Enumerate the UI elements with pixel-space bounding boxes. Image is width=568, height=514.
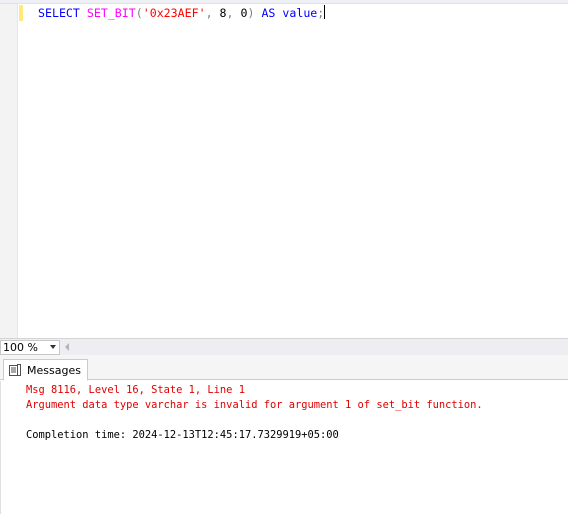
results-tabs: Messages <box>0 355 568 381</box>
alias-identifier: value <box>282 6 318 20</box>
comma: , <box>226 6 234 20</box>
code-line-1[interactable]: SELECT SET_BIT('0x23AEF', 8, 0) AS value… <box>38 5 326 21</box>
text-caret <box>324 5 326 19</box>
change-marker <box>19 5 23 21</box>
function-name: SET_BIT <box>86 6 136 20</box>
tab-messages-label: Messages <box>27 363 81 377</box>
results-pane: Messages Msg 8116, Level 16, State 1, Li… <box>0 355 568 514</box>
string-literal: '0x23AEF' <box>142 6 206 20</box>
zoom-bar: 100 % <box>0 338 568 355</box>
query-editor[interactable]: SELECT SET_BIT('0x23AEF', 8, 0) AS value… <box>0 4 568 338</box>
error-text: Argument data type varchar is invalid fo… <box>26 399 483 411</box>
zoom-dropdown[interactable]: 100 % <box>0 340 60 355</box>
completion-time: Completion time: 2024-12-13T12:45:17.732… <box>26 429 339 441</box>
query-window: SELECT SET_BIT('0x23AEF', 8, 0) AS value… <box>0 0 568 514</box>
semicolon: ; <box>317 6 325 20</box>
messages-document-icon <box>9 364 21 376</box>
tab-messages[interactable]: Messages <box>3 359 88 381</box>
number-literal: 8 <box>219 6 227 20</box>
open-paren: ( <box>135 6 143 20</box>
comma: , <box>205 6 213 20</box>
messages-output[interactable]: Msg 8116, Level 16, State 1, Line 1 Argu… <box>0 381 568 514</box>
keyword-select: SELECT <box>38 6 80 20</box>
editor-gutter <box>0 4 18 338</box>
keyword-as: AS <box>261 6 276 20</box>
zoom-value: 100 % <box>3 341 38 354</box>
chevron-down-icon <box>50 345 56 349</box>
error-header: Msg 8116, Level 16, State 1, Line 1 <box>26 384 245 396</box>
scroll-left-icon[interactable] <box>65 343 69 351</box>
